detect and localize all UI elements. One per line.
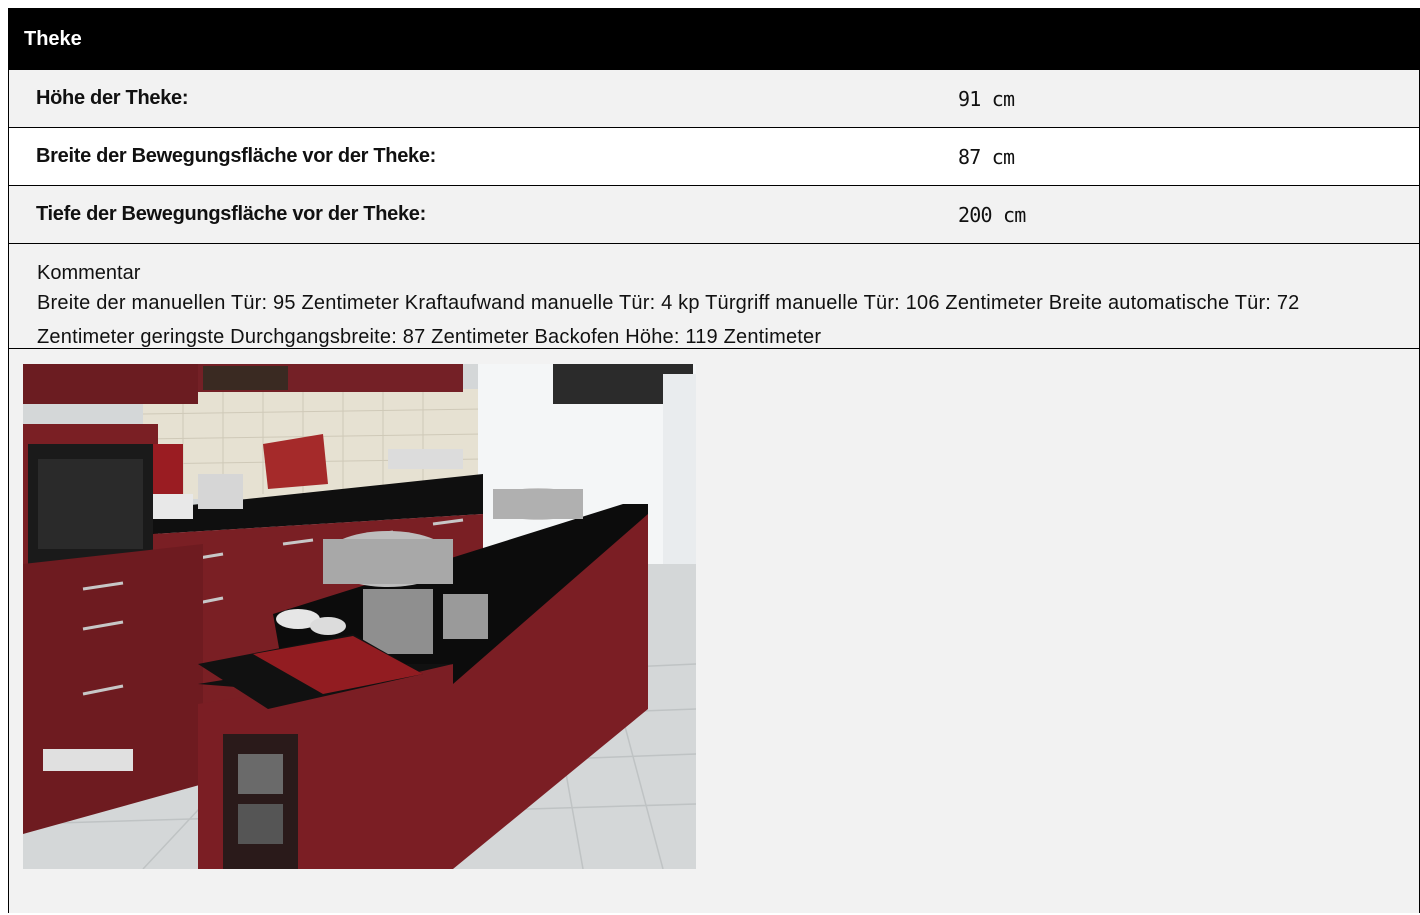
- table-row: Breite der Bewegungsfläche vor der Theke…: [8, 128, 1420, 186]
- row-value: 200 cm: [958, 202, 1026, 227]
- table-row: Tiefe der Bewegungsfläche vor der Theke:…: [8, 186, 1420, 244]
- section-title: Theke: [24, 27, 82, 50]
- photo-row: [8, 349, 1420, 913]
- row-label: Höhe der Theke:: [36, 87, 189, 109]
- kitchen-counter-photo: [23, 364, 696, 869]
- row-value: 91 cm: [958, 86, 1015, 111]
- comment-text: Breite der manuellen Tür: 95 Zentimeter …: [37, 292, 1300, 348]
- theke-panel: Theke Höhe der Theke: 91 cm Breite der B…: [8, 8, 1420, 915]
- row-label: Breite der Bewegungsfläche vor der Theke…: [36, 145, 437, 167]
- table-row: Höhe der Theke: 91 cm: [8, 70, 1420, 128]
- section-header: Theke: [8, 8, 1420, 70]
- row-value: 87 cm: [958, 144, 1015, 169]
- comment-title: Kommentar: [37, 262, 141, 284]
- row-label: Tiefe der Bewegungsfläche vor der Theke:: [36, 203, 426, 225]
- comment-block: Kommentar Breite der manuellen Tür: 95 Z…: [8, 244, 1420, 349]
